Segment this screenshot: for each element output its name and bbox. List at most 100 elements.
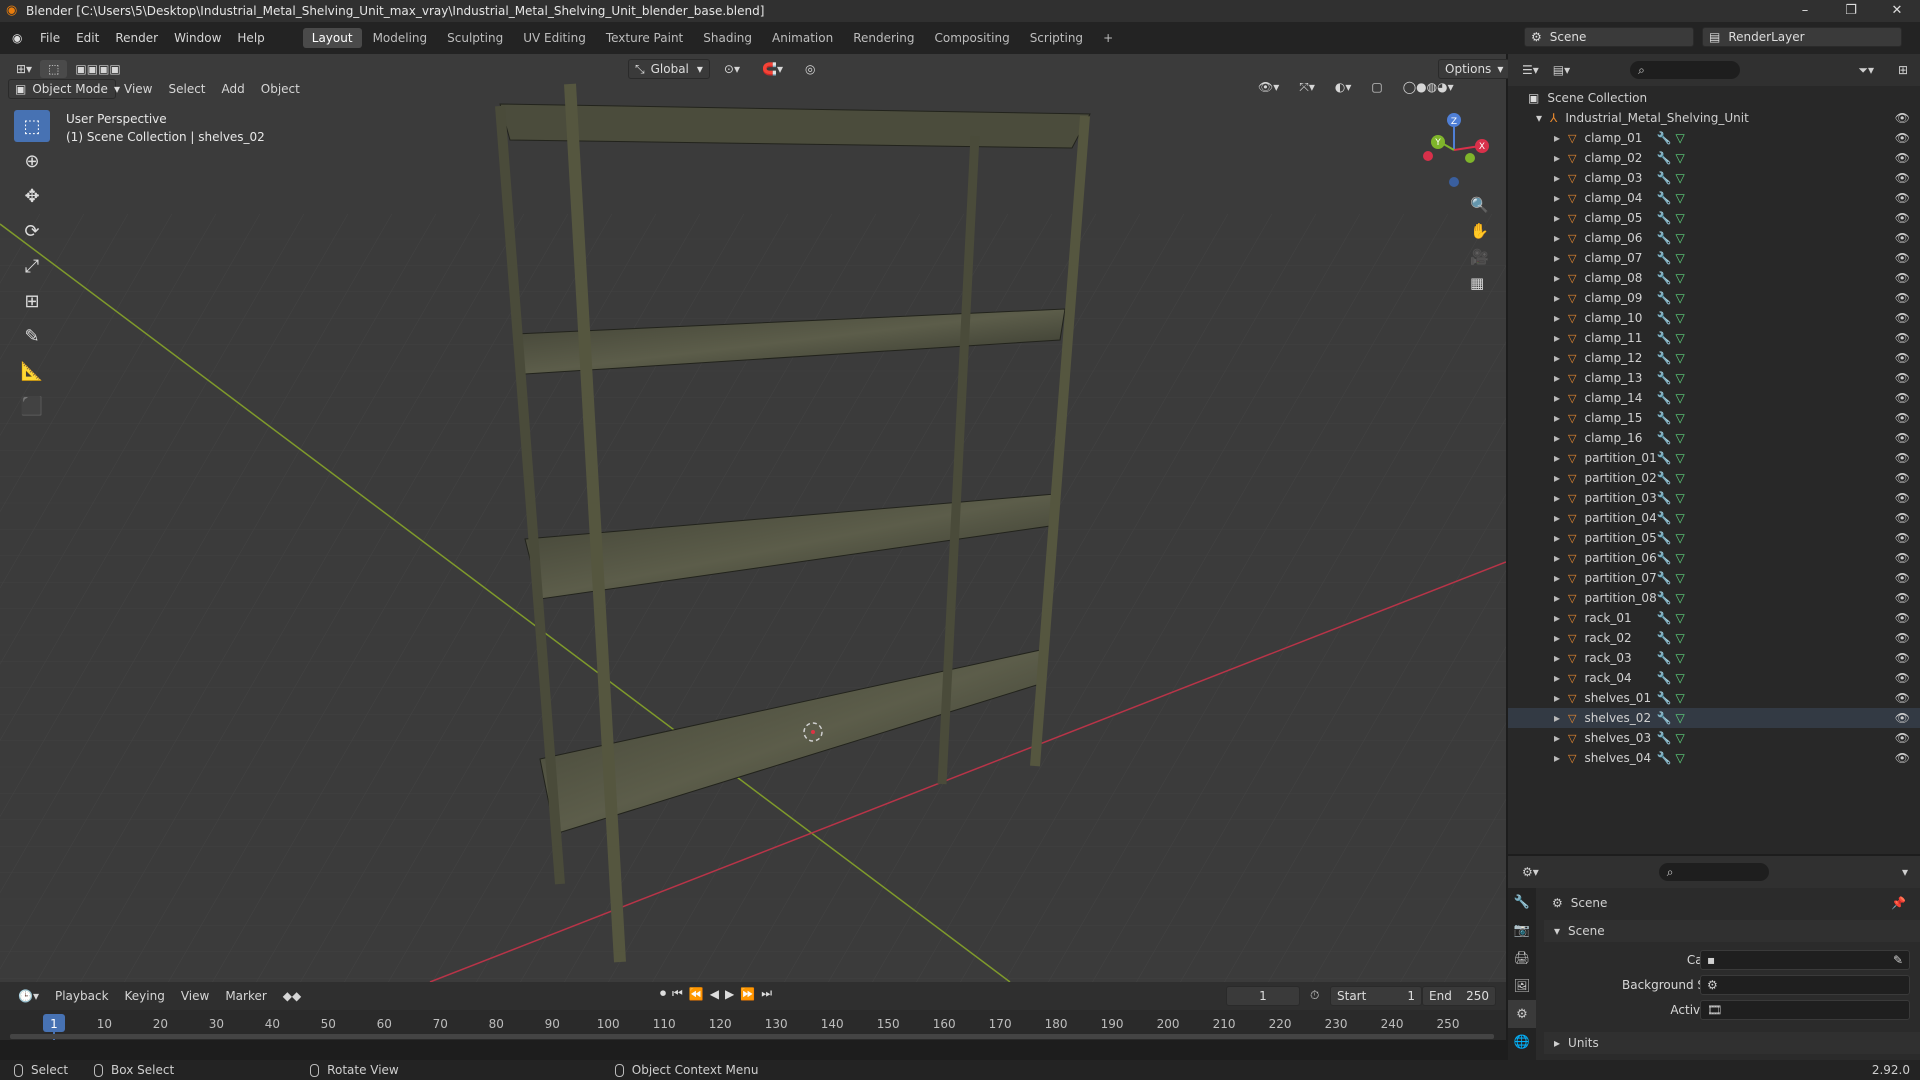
prev-keyframe-icon[interactable]: ⏪ — [689, 987, 704, 1001]
eyedropper-icon[interactable]: ✎ — [1893, 953, 1903, 967]
modifier-wrench-icon[interactable]: 🔧 — [1657, 431, 1672, 445]
ortho-grid-icon[interactable]: ▦ — [1470, 274, 1489, 292]
add-cube-icon[interactable]: ⬛ — [14, 390, 50, 422]
mesh-data-icon[interactable]: ▽ — [1675, 731, 1684, 745]
expand-arrow-icon[interactable]: ▾ — [1536, 111, 1542, 125]
play-reverse-icon[interactable]: ◀ — [710, 987, 719, 1001]
tab-scripting[interactable]: Scripting — [1021, 28, 1092, 48]
modifier-wrench-icon[interactable]: 🔧 — [1657, 551, 1672, 565]
expand-arrow-icon[interactable]: ▸ — [1554, 191, 1560, 205]
visibility-eye-icon[interactable]: 👁 — [1895, 111, 1910, 125]
mesh-data-icon[interactable]: ▽ — [1675, 271, 1684, 285]
expand-arrow-icon[interactable]: ▸ — [1554, 251, 1560, 265]
expand-arrow-icon[interactable]: ▸ — [1554, 591, 1560, 605]
menu-select[interactable]: Select — [160, 80, 213, 98]
end-frame-field[interactable]: End 250 — [1422, 986, 1496, 1006]
next-keyframe-icon[interactable]: ⏩ — [740, 987, 755, 1001]
tab-sculpting[interactable]: Sculpting — [438, 28, 512, 48]
outliner-object-row[interactable]: ▸ ▽ rack_02 🔧 ▽ 👁 — [1508, 628, 1920, 648]
scene-panel-header[interactable]: ▾ Scene — [1544, 920, 1920, 942]
visibility-eye-icon[interactable]: 👁 — [1895, 251, 1910, 265]
expand-arrow-icon[interactable]: ▸ — [1554, 731, 1560, 745]
modifier-wrench-icon[interactable]: 🔧 — [1657, 151, 1672, 165]
outliner-collection-row[interactable]: ▾ ⅄ Industrial_Metal_Shelving_Unit 👁 — [1508, 108, 1920, 128]
visibility-eye-icon[interactable]: 👁 — [1895, 451, 1910, 465]
timeline-scrollbar[interactable] — [10, 1034, 1494, 1039]
visibility-eye-icon[interactable]: 👁 — [1895, 171, 1910, 185]
expand-arrow-icon[interactable]: ▸ — [1554, 391, 1560, 405]
visibility-eye-icon[interactable]: 👁 — [1895, 731, 1910, 745]
visibility-eye-icon[interactable]: 👁 — [1895, 691, 1910, 705]
modifier-wrench-icon[interactable]: 🔧 — [1657, 511, 1672, 525]
mesh-data-icon[interactable]: ▽ — [1675, 491, 1684, 505]
outliner-object-row[interactable]: ▸ ▽ partition_08 🔧 ▽ 👁 — [1508, 588, 1920, 608]
expand-arrow-icon[interactable]: ▸ — [1554, 211, 1560, 225]
outliner-object-row[interactable]: ▸ ▽ clamp_04 🔧 ▽ 👁 — [1508, 188, 1920, 208]
mesh-data-icon[interactable]: ▽ — [1675, 751, 1684, 765]
scene-selector[interactable]: ⚙ Scene — [1524, 27, 1694, 47]
expand-arrow-icon[interactable]: ▸ — [1554, 511, 1560, 525]
expand-arrow-icon[interactable]: ▸ — [1554, 351, 1560, 365]
selection-mode-icons[interactable]: ▣▣▣▣ — [67, 60, 128, 78]
transform-orientation-dropdown[interactable]: ⤡ Global ▾ — [628, 59, 710, 79]
mesh-data-icon[interactable]: ▽ — [1675, 171, 1684, 185]
expand-arrow-icon[interactable]: ▸ — [1554, 491, 1560, 505]
chevron-down-icon[interactable]: ▾ — [1902, 865, 1908, 879]
expand-arrow-icon[interactable]: ▸ — [1554, 691, 1560, 705]
visibility-eye-icon[interactable]: 👁 — [1895, 391, 1910, 405]
mesh-data-icon[interactable]: ▽ — [1675, 431, 1684, 445]
editor-type-icon[interactable]: ☰▾ — [1522, 63, 1539, 77]
outliner-object-row[interactable]: ▸ ▽ clamp_05 🔧 ▽ 👁 — [1508, 208, 1920, 228]
outliner-object-row[interactable]: ▸ ▽ clamp_13 🔧 ▽ 👁 — [1508, 368, 1920, 388]
expand-arrow-icon[interactable]: ▸ — [1554, 131, 1560, 145]
outliner-scene-collection[interactable]: ▣ Scene Collection — [1508, 88, 1920, 108]
expand-arrow-icon[interactable]: ▸ — [1554, 651, 1560, 665]
menu-add[interactable]: Add — [214, 80, 253, 98]
outliner-object-row[interactable]: ▸ ▽ clamp_10 🔧 ▽ 👁 — [1508, 308, 1920, 328]
mesh-data-icon[interactable]: ▽ — [1675, 411, 1684, 425]
mesh-data-icon[interactable]: ▽ — [1675, 131, 1684, 145]
mesh-data-icon[interactable]: ▽ — [1675, 611, 1684, 625]
outliner-object-row[interactable]: ▸ ▽ clamp_07 🔧 ▽ 👁 — [1508, 248, 1920, 268]
visibility-eye-icon[interactable]: 👁 — [1895, 191, 1910, 205]
editor-type-icon[interactable]: 🕒▾ — [10, 987, 47, 1005]
outliner-object-row[interactable]: ▸ ▽ partition_06 🔧 ▽ 👁 — [1508, 548, 1920, 568]
active-clip-field[interactable]: 🎞 — [1700, 1000, 1910, 1020]
visibility-eye-icon[interactable]: 👁 — [1895, 531, 1910, 545]
modifier-wrench-icon[interactable]: 🔧 — [1657, 251, 1672, 265]
mode-dropdown[interactable]: ▣ Object Mode ▾ — [8, 79, 120, 99]
jump-end-icon[interactable]: ⏭ — [761, 986, 772, 1001]
visibility-eye-icon[interactable]: 👁 — [1895, 511, 1910, 525]
expand-arrow-icon[interactable]: ▸ — [1554, 171, 1560, 185]
mesh-data-icon[interactable]: ▽ — [1675, 571, 1684, 585]
visibility-eye-icon[interactable]: 👁 — [1895, 371, 1910, 385]
outliner-object-row[interactable]: ▸ ▽ rack_01 🔧 ▽ 👁 — [1508, 608, 1920, 628]
visibility-eye-icon[interactable]: 👁 — [1895, 491, 1910, 505]
mesh-data-icon[interactable]: ▽ — [1675, 511, 1684, 525]
mesh-data-icon[interactable]: ▽ — [1675, 651, 1684, 665]
mesh-data-icon[interactable]: ▽ — [1675, 591, 1684, 605]
modifier-wrench-icon[interactable]: 🔧 — [1657, 291, 1672, 305]
measure-icon[interactable]: 📐 — [14, 355, 50, 387]
expand-arrow-icon[interactable]: ▸ — [1554, 151, 1560, 165]
expand-arrow-icon[interactable]: ▸ — [1554, 751, 1560, 765]
mesh-data-icon[interactable]: ▽ — [1675, 711, 1684, 725]
render-tab-icon[interactable]: 📷 — [1508, 916, 1536, 944]
tab-shading[interactable]: Shading — [694, 28, 761, 48]
menu-view[interactable]: View — [116, 80, 160, 98]
mesh-data-icon[interactable]: ▽ — [1675, 231, 1684, 245]
outliner-object-row[interactable]: ▸ ▽ clamp_12 🔧 ▽ 👁 — [1508, 348, 1920, 368]
visibility-eye-icon[interactable]: 👁 — [1895, 651, 1910, 665]
outliner-object-row[interactable]: ▸ ▽ partition_05 🔧 ▽ 👁 — [1508, 528, 1920, 548]
pivot-point-icon[interactable]: ⊙▾ — [716, 60, 748, 78]
expand-arrow-icon[interactable]: ▸ — [1554, 411, 1560, 425]
tab-uv-editing[interactable]: UV Editing — [514, 28, 595, 48]
modifier-wrench-icon[interactable]: 🔧 — [1657, 371, 1672, 385]
pan-hand-icon[interactable]: ✋ — [1470, 222, 1489, 240]
modifier-wrench-icon[interactable]: 🔧 — [1657, 451, 1672, 465]
expand-arrow-icon[interactable]: ▸ — [1554, 231, 1560, 245]
snap-icon[interactable]: 🧲▾ — [754, 60, 791, 78]
menu-edit[interactable]: Edit — [68, 22, 107, 54]
expand-arrow-icon[interactable]: ▸ — [1554, 531, 1560, 545]
mesh-data-icon[interactable]: ▽ — [1675, 691, 1684, 705]
